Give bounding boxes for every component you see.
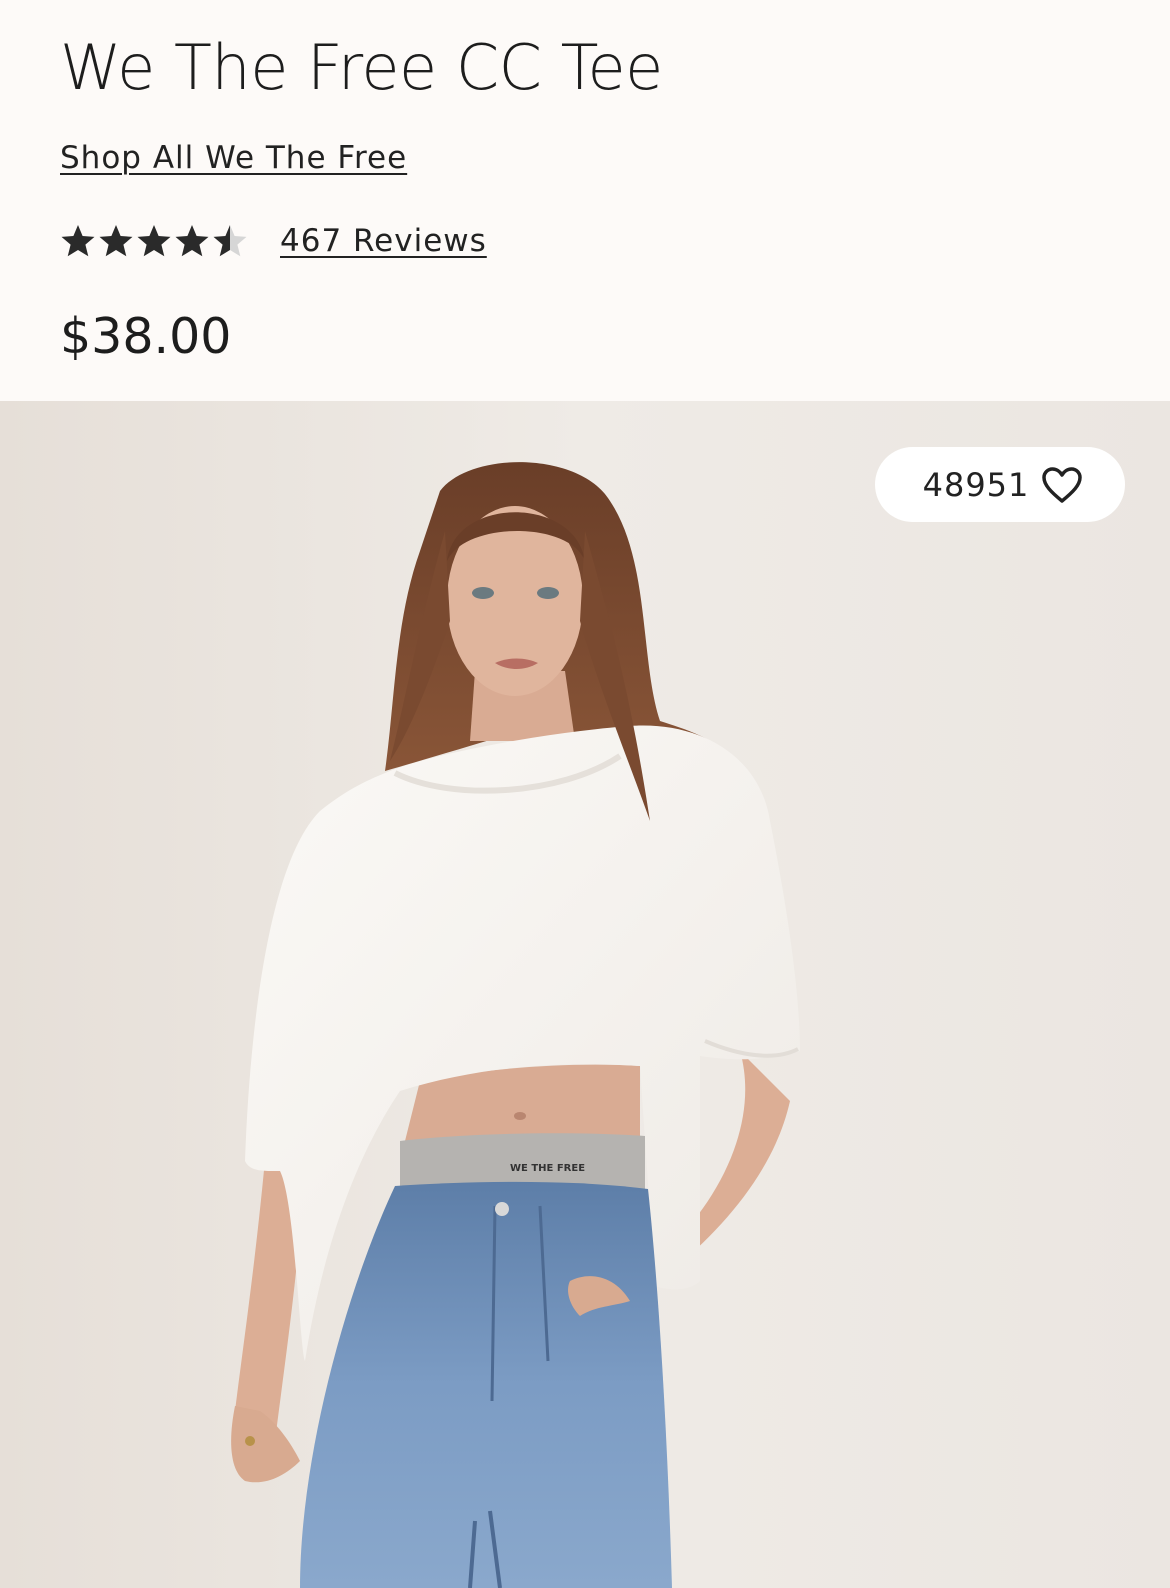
favorite-count: 48951 bbox=[922, 465, 1030, 504]
star-icon bbox=[175, 225, 209, 257]
product-title: We The Free CC Tee bbox=[60, 31, 663, 104]
product-price: $38.00 bbox=[60, 308, 232, 365]
heart-icon bbox=[1042, 466, 1083, 503]
star-rating[interactable] bbox=[60, 223, 250, 259]
product-header: We The Free CC Tee Shop All We The Free … bbox=[0, 0, 1170, 401]
product-image[interactable]: WE THE FREE 48951 bbox=[0, 401, 1170, 1588]
star-icon bbox=[137, 225, 171, 257]
waistband-logo: WE THE FREE bbox=[510, 1163, 585, 1174]
favorite-button[interactable]: 48951 bbox=[875, 447, 1125, 522]
rating-row: 467 Reviews bbox=[60, 218, 487, 264]
model-photo: WE THE FREE bbox=[0, 401, 1170, 1588]
star-icon bbox=[99, 225, 133, 257]
product-page: We The Free CC Tee Shop All We The Free … bbox=[0, 0, 1170, 1588]
reviews-link[interactable]: 467 Reviews bbox=[280, 223, 487, 259]
star-icon bbox=[213, 225, 247, 257]
star-icon bbox=[61, 225, 95, 257]
shop-all-brand-link[interactable]: Shop All We The Free bbox=[60, 140, 407, 176]
